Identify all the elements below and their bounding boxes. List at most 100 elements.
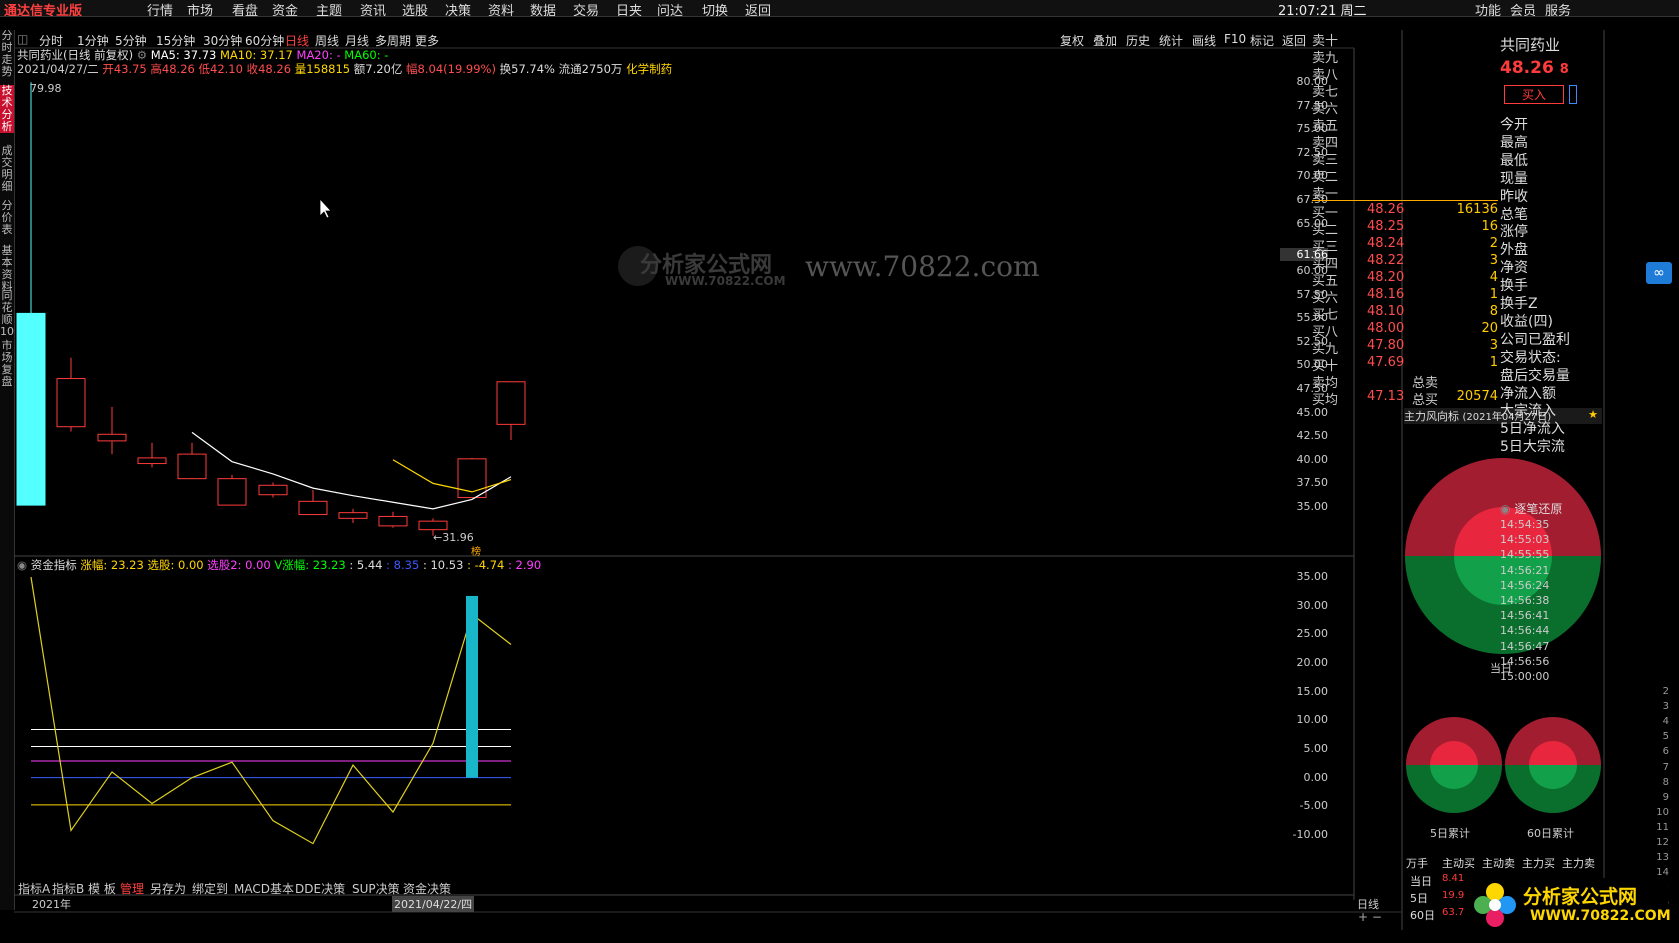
last-price: 48.26 8 <box>1500 58 1569 78</box>
tick-scale-value: 13 <box>1656 852 1669 864</box>
buy-button[interactable]: 买入 <box>1504 85 1564 104</box>
tick-time: 14:55:03 <box>1500 533 1550 547</box>
book-buy-volume: 20 <box>1481 321 1498 336</box>
indicator-vzf: V涨幅: 23.23 <box>274 558 346 572</box>
book-buy-row[interactable]: 买六 48.16 1 <box>1312 287 1498 306</box>
bottom-tab[interactable]: SUP决策 <box>352 880 400 897</box>
tick-replay-title: 逐笔还原 <box>1514 502 1563 516</box>
bottom-tab[interactable]: 指标B <box>52 880 84 897</box>
indicator-name[interactable]: 资金指标 <box>31 558 77 572</box>
book-buy-volume: 2 <box>1489 236 1498 251</box>
candle-body <box>137 457 167 465</box>
bottom-tab[interactable]: MACD基本 <box>234 880 294 897</box>
indicator-xg: 选股: 0.00 <box>147 558 204 572</box>
stock-name: 共同药业 <box>1500 36 1561 54</box>
candlestick-series <box>16 82 526 536</box>
tick-time: 14:56:56 <box>1500 654 1550 668</box>
tick-time: 14:56:41 <box>1500 609 1550 623</box>
book-buy-row[interactable]: 买二 48.25 16 <box>1312 219 1498 238</box>
indicator-zf-line <box>30 576 512 845</box>
bottom-tab[interactable]: 模 板 <box>88 880 116 897</box>
tick-scale-value: 8 <box>1662 776 1669 788</box>
last-price-suffix: 8 <box>1559 62 1569 77</box>
flow-row-label: 5日 <box>1410 892 1428 905</box>
book-buy-volume: 3 <box>1489 253 1498 268</box>
flow-header: 主动买 <box>1442 857 1475 870</box>
candle-body <box>338 512 368 519</box>
brand-watermark: 分析家公式网 WWW.70822.COM <box>1468 878 1671 932</box>
price-tick: 42.50 <box>1296 429 1329 443</box>
tick-time: 14:54:35 <box>1500 518 1550 531</box>
price-tick: 37.50 <box>1296 476 1329 490</box>
book-buy-volume: 1 <box>1489 287 1498 302</box>
book-buy-price: 47.69 <box>1367 355 1405 370</box>
indicator-tick: 20.00 <box>1296 656 1329 669</box>
tick-time: 14:56:21 <box>1500 563 1550 577</box>
tick-time: 14:56:47 <box>1500 639 1550 653</box>
book-buy-volume: 16136 <box>1456 202 1498 217</box>
candle-body <box>56 378 86 428</box>
book-sell-row: 卖七 <box>1312 81 1498 100</box>
tick-time: 14:55:55 <box>1500 548 1550 562</box>
date-axis-year: 2021年 <box>32 898 71 911</box>
book-buy-volume: 8 <box>1489 304 1498 319</box>
flow-row-label: 60日 <box>1410 909 1435 922</box>
quote-stats-panel: 共同药业 48.26 8 买入 今开 最高 最低 现量 昨收 总笔 涨停 外盘 净资 换手 换手Z 收… <box>1500 30 1679 908</box>
bottom-tab[interactable]: 绑定到 <box>192 880 228 897</box>
book-buy-row[interactable]: 买八 48.00 20 <box>1312 321 1498 340</box>
book-buy-row[interactable]: 买一 48.26 16136 <box>1312 202 1498 221</box>
bottom-tab[interactable]: 资金决策 <box>403 880 451 897</box>
book-buy-row[interactable]: 买十 47.69 1 <box>1312 355 1498 374</box>
candle-body <box>217 478 247 506</box>
pie-60d-label: 60日累计 <box>1527 827 1574 840</box>
book-buy-row[interactable]: 买五 48.20 4 <box>1312 270 1498 289</box>
flow-header: 万手 <box>1406 857 1428 870</box>
indicator-tick: 25.00 <box>1296 627 1329 641</box>
indicator-tick: 30.00 <box>1296 598 1329 612</box>
book-buy-row[interactable]: 买九 47.80 3 <box>1312 338 1498 357</box>
cloud-sync-icon[interactable]: ∞ <box>1646 262 1672 284</box>
book-sell-row: 卖四 <box>1312 132 1498 151</box>
candle-body <box>378 515 408 527</box>
bottom-tab[interactable]: 指标A <box>18 880 50 897</box>
sell-button-edge[interactable] <box>1569 85 1577 104</box>
book-buy-row[interactable]: 买七 48.10 8 <box>1312 304 1498 323</box>
candle-body <box>258 484 288 496</box>
bottom-tab[interactable]: 管理 <box>120 880 144 897</box>
tick-scale-value: 12 <box>1656 837 1669 848</box>
high-marker-label: 79.98 <box>30 82 62 95</box>
tick-toggle-icon: ◉ <box>1500 502 1511 516</box>
pie-5d <box>1406 717 1502 813</box>
stat-label: 5日大宗流 <box>1500 439 1565 456</box>
book-buy-row[interactable]: 买三 48.24 2 <box>1312 236 1498 255</box>
rank-badge[interactable]: 榜 <box>471 543 481 558</box>
mouse-cursor-icon <box>319 197 332 219</box>
watermark-sub: WWW.70822.COM <box>665 274 786 288</box>
book-buy-price: 48.25 <box>1367 219 1405 234</box>
book-buy-row[interactable]: 买四 48.22 3 <box>1312 253 1498 272</box>
zoom-controls[interactable]: + − <box>1358 910 1382 924</box>
book-separator <box>1312 200 1498 201</box>
book-sell-row: 卖九 <box>1312 47 1498 66</box>
bottom-tab[interactable]: 另存为 <box>150 880 186 897</box>
avg-buy-price: 47.13 <box>1367 389 1405 404</box>
bottom-tab[interactable]: DDE决策 <box>295 880 345 897</box>
book-buy-volume: 4 <box>1489 270 1498 285</box>
indicator-toggle-icon[interactable]: ◉ <box>17 558 27 572</box>
indicator-tick: -10.00 <box>1292 828 1328 841</box>
date-axis-cursor: 2021/04/22/四 <box>392 896 475 912</box>
total-buy-label: 总买 <box>1412 393 1439 408</box>
book-sell-row: 卖五 <box>1312 115 1498 134</box>
tick-scale-value: 2 <box>1662 686 1669 697</box>
indicator-tick: 5.00 <box>1303 742 1329 755</box>
indicator-tick: 15.00 <box>1296 684 1329 698</box>
book-buy-volume: 1 <box>1489 355 1498 370</box>
tick-time: 15:00:00 <box>1500 670 1550 683</box>
brand-name: 分析家公式网 <box>1523 886 1638 908</box>
book-avg-sell-row: 卖均 总卖 <box>1312 372 1498 391</box>
tick-scale-value: 11 <box>1656 821 1669 833</box>
tick-scale-value: 4 <box>1662 716 1669 728</box>
tick-replay[interactable]: ◉ 逐笔还原 <box>1500 500 1562 517</box>
order-book: 卖十 卖九 卖八 卖七 卖六 卖五 卖四 卖三 卖二 卖一 买一 48.26 16136 买二 48.25 1… <box>1312 30 1498 408</box>
book-sell-row: 卖六 <box>1312 98 1498 117</box>
